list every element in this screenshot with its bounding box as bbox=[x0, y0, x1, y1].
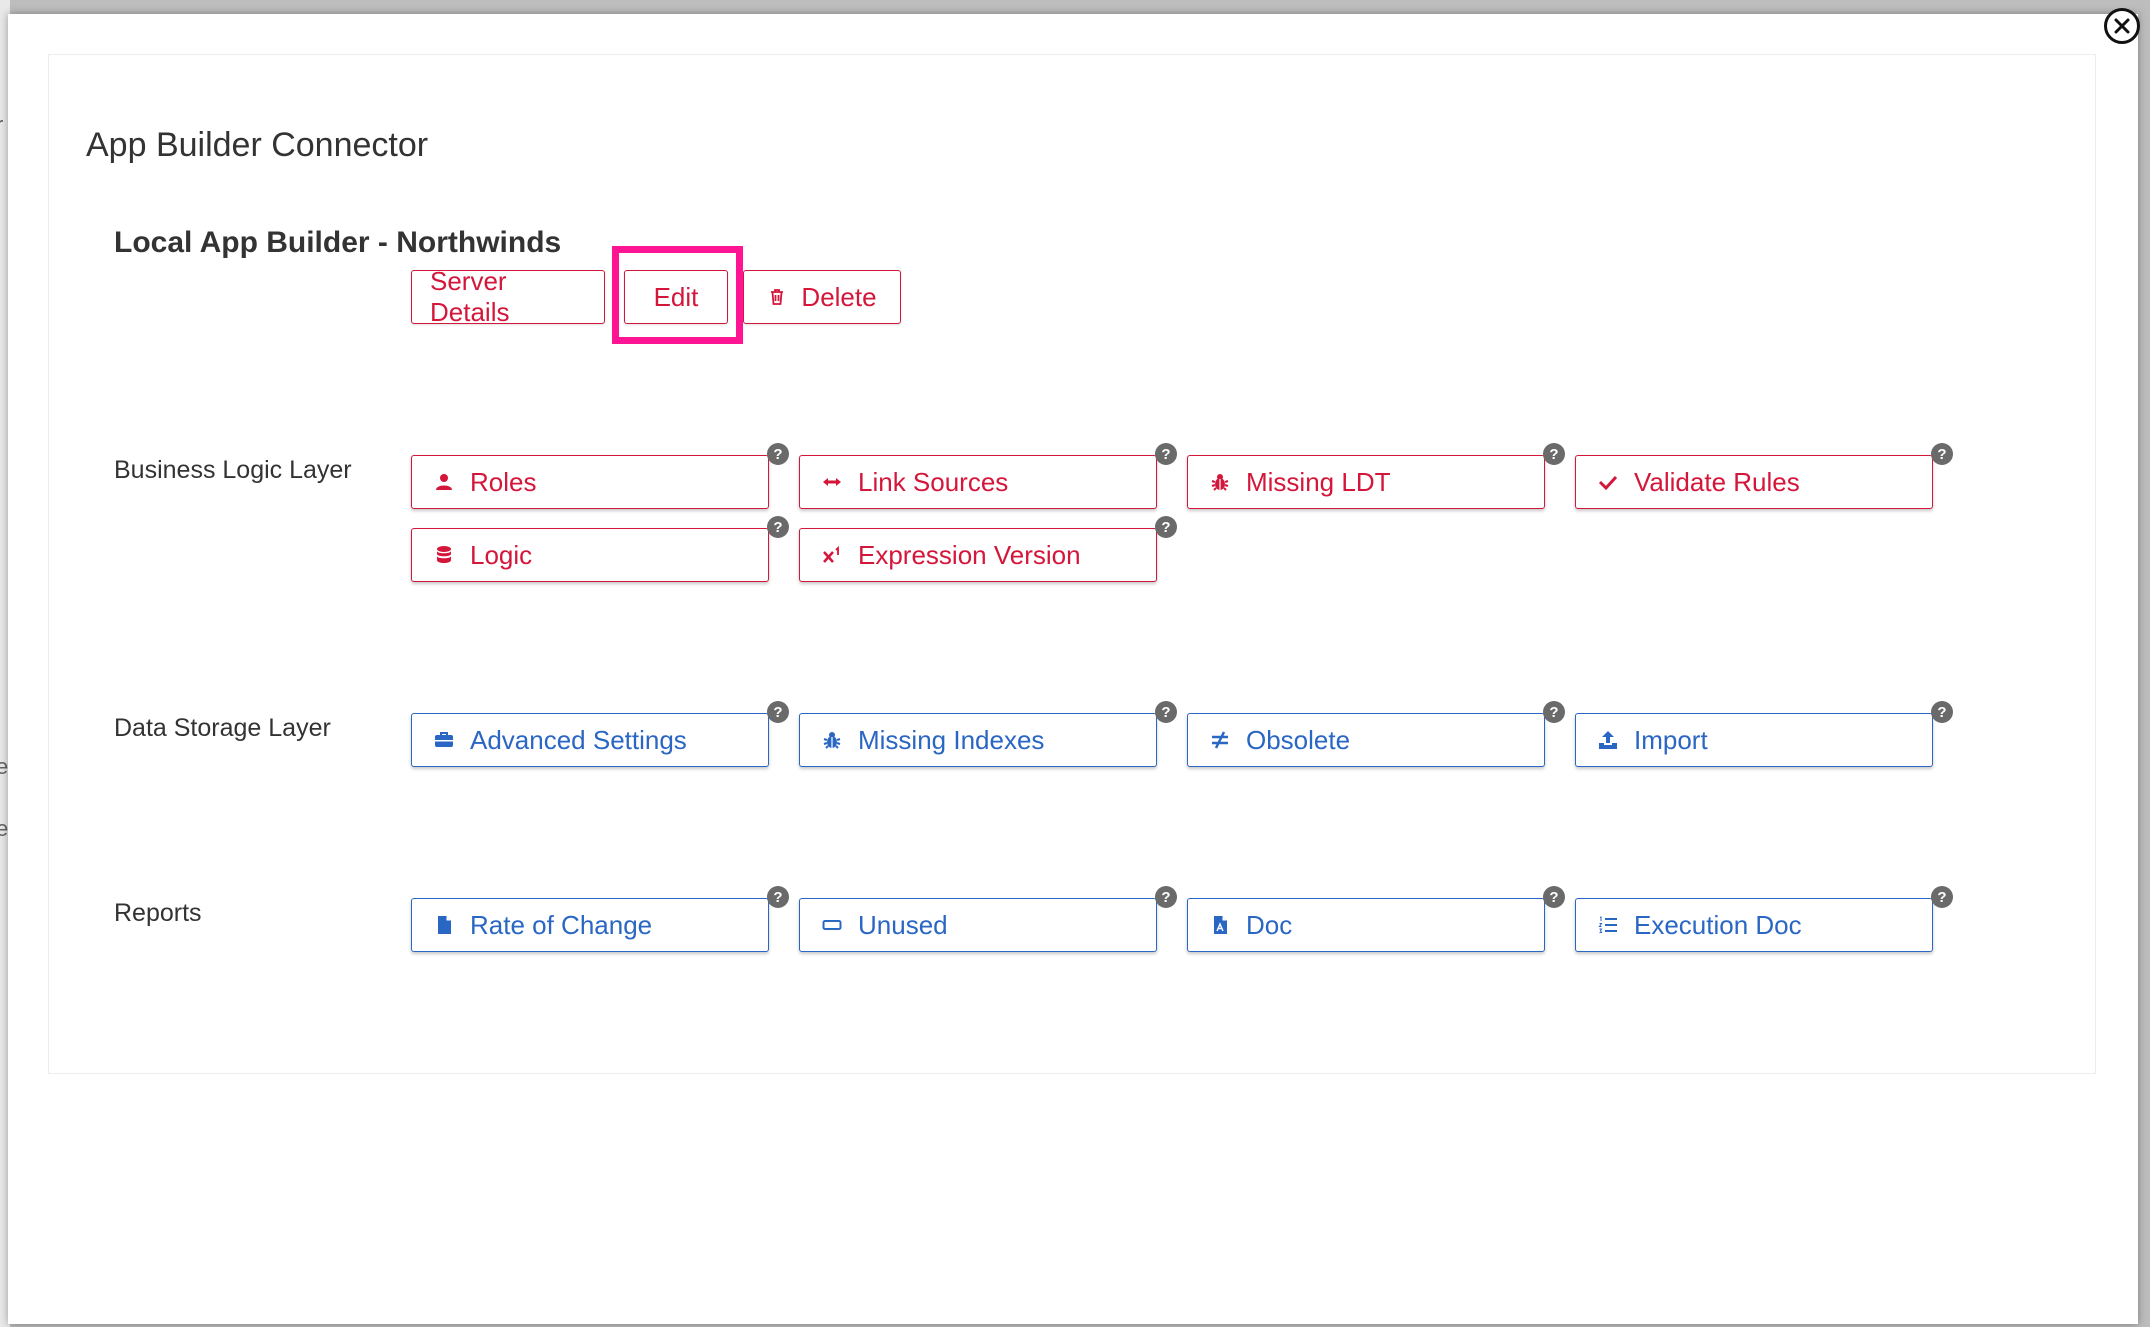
link-sources-button[interactable]: Link Sources bbox=[799, 455, 1157, 509]
rate-of-change-label: Rate of Change bbox=[470, 909, 653, 940]
connector-name: Local App Builder - Northwinds bbox=[114, 226, 562, 259]
rectangle-icon bbox=[822, 920, 842, 930]
edit-label: Edit bbox=[653, 281, 699, 312]
unused-label: Unused bbox=[858, 909, 948, 940]
validate-rules-help-icon[interactable]: ? bbox=[1931, 443, 1953, 465]
data-storage-layer-label: Data Storage Layer bbox=[114, 714, 331, 742]
execution-doc-label: Execution Doc bbox=[1634, 909, 1802, 940]
roles-label: Roles bbox=[470, 466, 537, 497]
edit-button[interactable]: Edit bbox=[624, 270, 728, 324]
logic-button[interactable]: Logic bbox=[411, 528, 769, 582]
close-button[interactable] bbox=[2104, 8, 2140, 44]
missing-indexes-label: Missing Indexes bbox=[858, 724, 1045, 755]
missing-indexes-button[interactable]: Missing Indexes bbox=[799, 713, 1157, 767]
user-icon bbox=[436, 474, 452, 490]
arrows-h-icon bbox=[823, 478, 841, 486]
database-icon bbox=[437, 546, 451, 563]
execution-doc-help-icon[interactable]: ? bbox=[1931, 886, 1953, 908]
delete-label: Delete bbox=[801, 281, 877, 312]
missing-ldt-label: Missing LDT bbox=[1246, 466, 1391, 497]
background-text: e bbox=[0, 754, 9, 779]
doc-help-icon[interactable]: ? bbox=[1543, 886, 1565, 908]
expression-version-help-icon[interactable]: ? bbox=[1155, 516, 1177, 538]
bug-icon bbox=[1211, 474, 1229, 491]
unused-help-icon[interactable]: ? bbox=[1155, 886, 1177, 908]
page-title: App Builder Connector bbox=[86, 126, 429, 164]
advanced-settings-label: Advanced Settings bbox=[470, 724, 687, 755]
unused-button[interactable]: Unused bbox=[799, 898, 1157, 952]
list-ol-icon bbox=[1598, 916, 1617, 933]
background-text: r bbox=[0, 112, 3, 138]
trash-icon bbox=[771, 289, 784, 305]
delete-button[interactable]: Delete bbox=[743, 270, 901, 324]
bug-icon bbox=[823, 732, 841, 749]
obsolete-help-icon[interactable]: ? bbox=[1543, 701, 1565, 723]
roles-button[interactable]: Roles bbox=[411, 455, 769, 509]
obsolete-button[interactable]: Obsolete bbox=[1187, 713, 1545, 767]
upload-icon bbox=[1599, 731, 1617, 749]
close-icon bbox=[2114, 18, 2130, 34]
link-sources-help-icon[interactable]: ? bbox=[1155, 443, 1177, 465]
logic-help-icon[interactable]: ? bbox=[767, 516, 789, 538]
expression-version-button[interactable]: Expression Version bbox=[799, 528, 1157, 582]
doc-button[interactable]: Doc bbox=[1187, 898, 1545, 952]
logic-label: Logic bbox=[470, 539, 533, 570]
validate-rules-button[interactable]: Validate Rules bbox=[1575, 455, 1933, 509]
validate-rules-label: Validate Rules bbox=[1634, 466, 1800, 497]
advanced-settings-button[interactable]: Advanced Settings bbox=[411, 713, 769, 767]
missing-ldt-button[interactable]: Missing LDT bbox=[1187, 455, 1545, 509]
rate-of-change-help-icon[interactable]: ? bbox=[767, 886, 789, 908]
file-icon bbox=[438, 916, 451, 934]
link-sources-label: Link Sources bbox=[858, 466, 1009, 497]
import-button[interactable]: Import bbox=[1575, 713, 1933, 767]
execution-doc-button[interactable]: Execution Doc bbox=[1575, 898, 1933, 952]
expression-version-label: Expression Version bbox=[858, 539, 1081, 570]
check-icon bbox=[1598, 475, 1618, 491]
missing-ldt-help-icon[interactable]: ? bbox=[1543, 443, 1565, 465]
briefcase-icon bbox=[435, 732, 453, 747]
doc-label: Doc bbox=[1246, 909, 1293, 940]
missing-indexes-help-icon[interactable]: ? bbox=[1155, 701, 1177, 723]
pdf-file-icon bbox=[1214, 916, 1227, 934]
background-text: e bbox=[0, 816, 9, 841]
business-logic-layer-label: Business Logic Layer bbox=[114, 456, 352, 484]
import-help-icon[interactable]: ? bbox=[1931, 701, 1953, 723]
rate-of-change-button[interactable]: Rate of Change bbox=[411, 898, 769, 952]
server-details-button[interactable]: Server Details bbox=[411, 266, 605, 327]
obsolete-label: Obsolete bbox=[1246, 724, 1351, 755]
superscript-icon bbox=[823, 545, 839, 563]
reports-label: Reports bbox=[114, 899, 202, 927]
server-details-label: Server Details bbox=[430, 266, 510, 327]
advanced-settings-help-icon[interactable]: ? bbox=[767, 701, 789, 723]
roles-help-icon[interactable]: ? bbox=[767, 443, 789, 465]
import-label: Import bbox=[1634, 724, 1708, 755]
not-equal-icon bbox=[1212, 731, 1228, 749]
